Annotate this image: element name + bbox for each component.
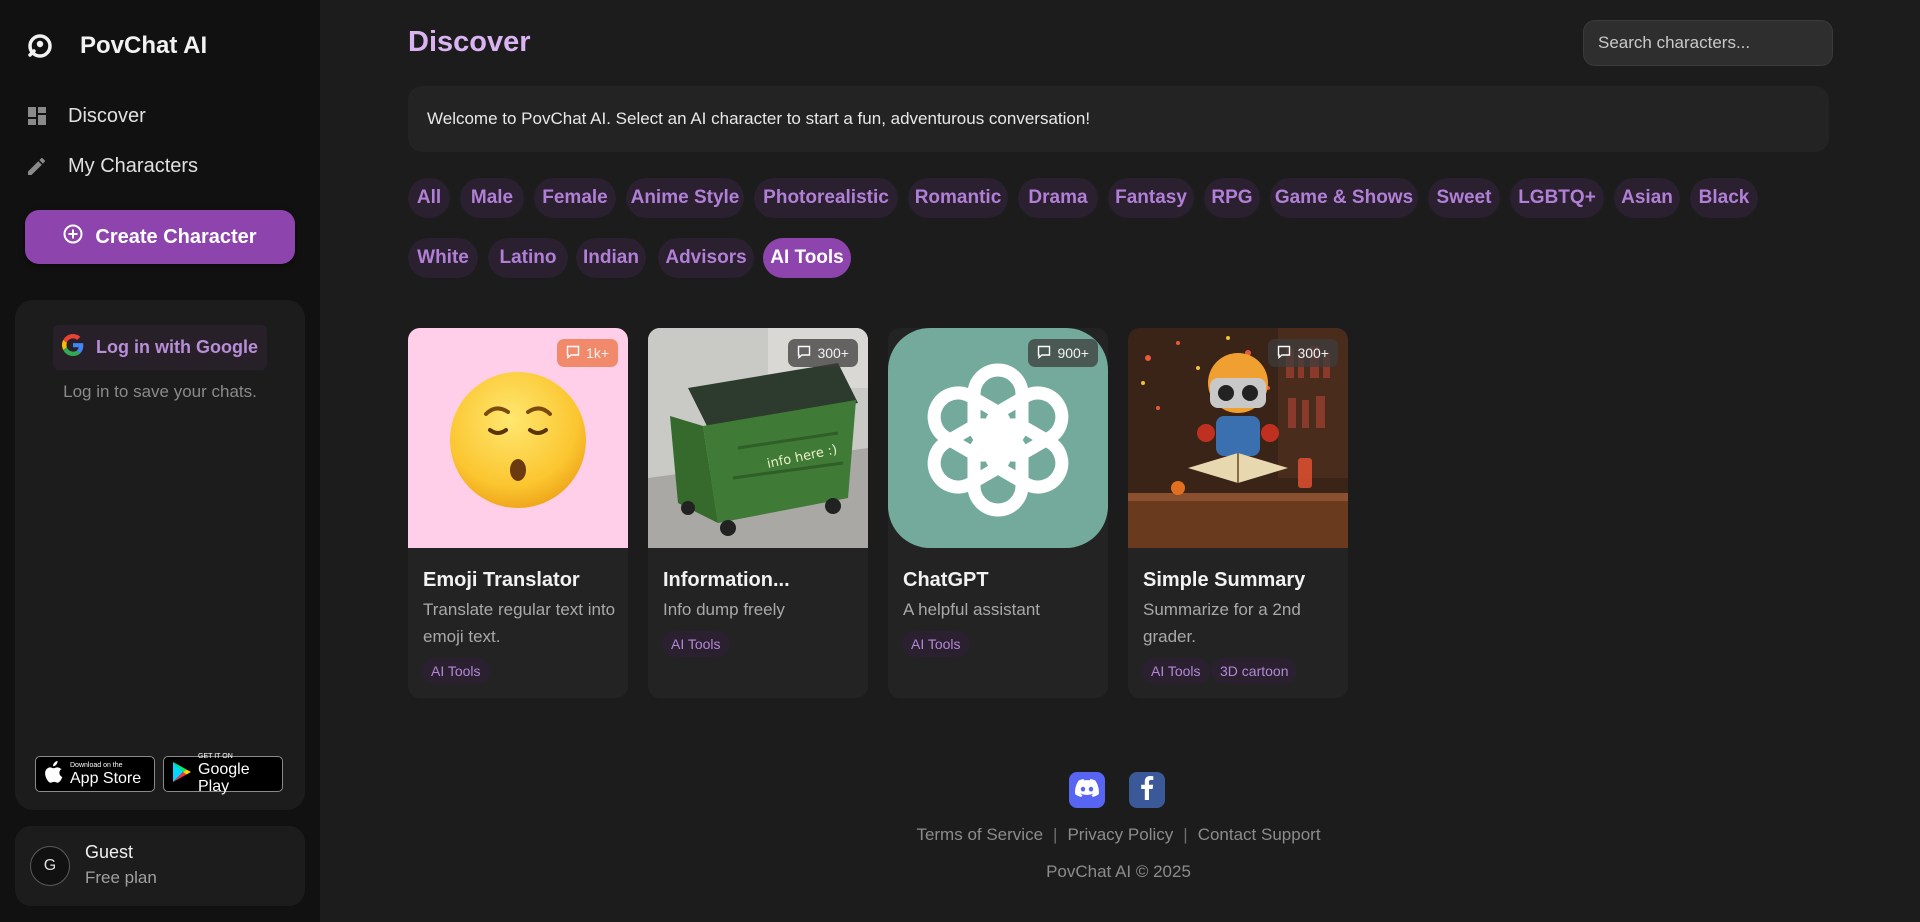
- character-card-information[interactable]: info here :) 300+ Information... Info du…: [648, 328, 868, 698]
- privacy-link[interactable]: Privacy Policy: [1067, 825, 1173, 844]
- card-image: 1k+: [408, 328, 628, 548]
- character-card-emoji-translator[interactable]: 1k+ Emoji Translator Translate regular t…: [408, 328, 628, 698]
- brand[interactable]: PovChat AI: [26, 28, 207, 64]
- category-chip-ai-tools[interactable]: AI Tools: [763, 238, 851, 278]
- category-chip-all[interactable]: All: [408, 178, 450, 218]
- card-tag: AI Tools: [902, 631, 970, 657]
- card-title: Simple Summary: [1143, 569, 1306, 591]
- avatar: G: [30, 846, 70, 886]
- category-chip-photorealistic[interactable]: Photorealistic: [754, 178, 898, 218]
- discord-link[interactable]: [1069, 772, 1105, 808]
- login-hint: Log in to save your chats.: [63, 382, 257, 401]
- card-description: Summarize for a 2nd grader.: [1143, 600, 1301, 646]
- character-card-chatgpt[interactable]: 900+ ChatGPT A helpful assistant AI Tool…: [888, 328, 1108, 698]
- search-input[interactable]: [1583, 20, 1833, 66]
- chat-count: 300+: [1297, 345, 1329, 361]
- chat-count: 900+: [1057, 345, 1089, 361]
- google-login-label: Log in with Google: [96, 337, 258, 357]
- category-chip-lgbtq[interactable]: LGBTQ+: [1510, 178, 1604, 218]
- chat-bubble-icon: [1037, 345, 1051, 362]
- login-panel: Log in with Google Log in to save your c…: [15, 300, 305, 810]
- category-chip-sweet[interactable]: Sweet: [1428, 178, 1500, 218]
- google-icon: [62, 334, 84, 361]
- create-character-label: Create Character: [95, 225, 257, 248]
- google-play-badge[interactable]: GET IT ON Google Play: [163, 753, 283, 795]
- category-chip-female[interactable]: Female: [534, 178, 616, 218]
- sidebar-item-my-characters[interactable]: My Characters: [26, 149, 198, 183]
- google-play-small: GET IT ON: [198, 753, 233, 760]
- dashboard-icon: [26, 105, 48, 127]
- category-chip-game-shows[interactable]: Game & Shows: [1270, 178, 1418, 218]
- category-chip-asian[interactable]: Asian: [1614, 178, 1680, 218]
- chat-count-badge: 1k+: [557, 339, 618, 367]
- card-description: A helpful assistant: [903, 600, 1041, 619]
- sidebar-item-discover[interactable]: Discover: [26, 99, 146, 133]
- chat-count-badge: 300+: [788, 339, 858, 367]
- card-tag: 3D cartoon: [1211, 658, 1298, 684]
- discord-icon: [1075, 778, 1099, 802]
- card-title: Information...: [663, 569, 790, 591]
- facebook-icon: [1140, 775, 1154, 805]
- user-card[interactable]: G Guest Free plan: [15, 826, 305, 906]
- chat-count: 300+: [817, 345, 849, 361]
- pencil-icon: [26, 155, 48, 177]
- user-name: Guest: [85, 842, 134, 862]
- create-character-button[interactable]: Create Character: [25, 210, 295, 264]
- facebook-link[interactable]: [1129, 772, 1165, 808]
- footer-separator: |: [1053, 825, 1058, 844]
- app-store-big: App Store: [70, 769, 142, 787]
- category-chip-male[interactable]: Male: [460, 178, 524, 218]
- app-store-small: Download on the: [70, 761, 123, 769]
- apple-icon: [44, 760, 64, 788]
- chat-bubble-icon: [797, 345, 811, 362]
- category-chip-black[interactable]: Black: [1690, 178, 1758, 218]
- footer-links: Terms of Service | Privacy Policy | Contact …: [408, 825, 1829, 845]
- character-card-simple-summary[interactable]: 300+ Simple Summary Summarize for a 2nd …: [1128, 328, 1348, 698]
- user-plan: Free plan: [85, 868, 157, 887]
- category-chip-latino[interactable]: Latino: [488, 238, 568, 278]
- sidebar: PovChat AI Discover My Characters Create…: [0, 0, 320, 922]
- contact-support-link[interactable]: Contact Support: [1198, 825, 1321, 844]
- category-chip-drama[interactable]: Drama: [1018, 178, 1098, 218]
- sidebar-item-label: Discover: [68, 104, 146, 127]
- category-chip-indian[interactable]: Indian: [576, 238, 646, 278]
- card-description: Translate regular text into emoji text.: [423, 600, 616, 646]
- brand-name: PovChat AI: [80, 32, 208, 59]
- category-chip-anime-style[interactable]: Anime Style: [626, 178, 744, 218]
- page-title: Discover: [408, 26, 531, 58]
- card-title: ChatGPT: [903, 569, 989, 591]
- chat-count-badge: 900+: [1028, 339, 1098, 367]
- chat-count-badge: 300+: [1268, 339, 1338, 367]
- welcome-banner: Welcome to PovChat AI. Select an AI char…: [408, 86, 1829, 152]
- google-play-icon: [172, 761, 192, 788]
- category-chip-rpg[interactable]: RPG: [1204, 178, 1260, 218]
- category-chip-romantic[interactable]: Romantic: [908, 178, 1008, 218]
- terms-link[interactable]: Terms of Service: [916, 825, 1043, 844]
- copyright: PovChat AI © 2025: [1046, 862, 1191, 881]
- card-description: Info dump freely: [663, 600, 785, 619]
- card-image: 900+: [888, 328, 1108, 548]
- card-title: Emoji Translator: [423, 569, 580, 591]
- category-chip-fantasy[interactable]: Fantasy: [1108, 178, 1194, 218]
- app-store-badge[interactable]: Download on the App Store: [35, 756, 155, 792]
- sidebar-item-label: My Characters: [68, 154, 199, 177]
- plus-circle-icon: [63, 224, 83, 250]
- google-login-button[interactable]: Log in with Google: [53, 325, 267, 370]
- chat-bubble-icon: [566, 345, 580, 362]
- card-tag: AI Tools: [422, 658, 490, 684]
- card-image: 300+: [1128, 328, 1348, 548]
- card-tag: AI Tools: [1142, 658, 1210, 684]
- card-image: info here :) 300+: [648, 328, 868, 548]
- chat-count: 1k+: [586, 345, 609, 361]
- category-chip-advisors[interactable]: Advisors: [658, 238, 754, 278]
- card-tag: AI Tools: [662, 631, 730, 657]
- footer-separator: |: [1183, 825, 1188, 844]
- chat-bubble-icon: [1277, 345, 1291, 362]
- google-play-big: Google Play: [198, 761, 250, 795]
- povchat-logo-icon: [26, 32, 54, 60]
- category-chip-white[interactable]: White: [408, 238, 478, 278]
